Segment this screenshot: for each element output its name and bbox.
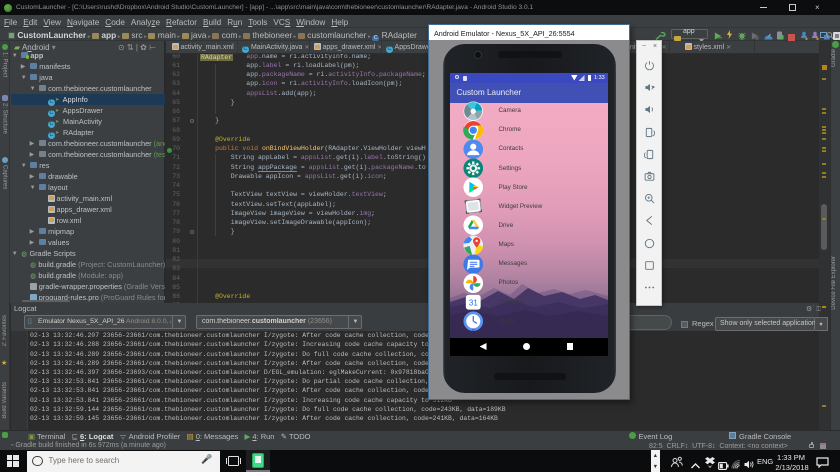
svg-text:31: 31 [469, 299, 478, 308]
svg-text:G: G [466, 245, 470, 251]
